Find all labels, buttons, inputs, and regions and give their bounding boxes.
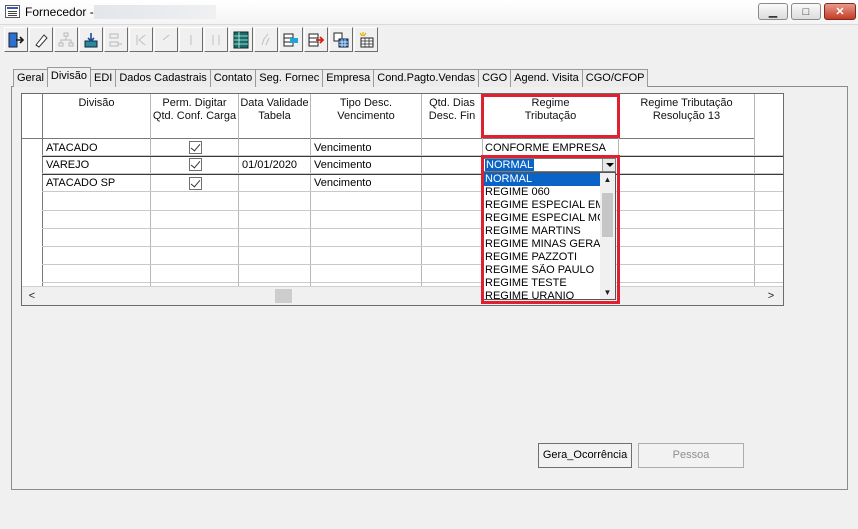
table-button[interactable] xyxy=(329,27,353,52)
title-bar: Fornecedor - ▁ □ ✕ xyxy=(0,0,858,25)
window-title-redacted xyxy=(94,5,216,19)
tab-cond-pagto-vendas[interactable]: Cond.Pagto.Vendas xyxy=(373,69,480,87)
dropdown-option[interactable]: NORMAL xyxy=(484,173,601,186)
tab-cgo-cfop[interactable]: CGO/CFOP xyxy=(581,69,649,87)
cut-button[interactable] xyxy=(104,27,128,52)
exit-icon xyxy=(8,32,25,47)
save-button[interactable] xyxy=(79,27,103,52)
regime-dropdown-list[interactable]: NORMAL REGIME 060 REGIME ESPECIAL EM REG… xyxy=(483,172,616,300)
checkbox-perm-digitar[interactable] xyxy=(189,141,202,154)
checkbox-perm-digitar[interactable] xyxy=(189,177,202,190)
exit-button[interactable] xyxy=(4,27,28,52)
close-button[interactable]: ✕ xyxy=(824,3,856,20)
prev-icon xyxy=(162,34,170,40)
header-perm-digitar[interactable]: Perm. Digitar Qtd. Conf. Carga xyxy=(151,94,238,139)
tree-icon xyxy=(58,32,74,46)
save-download-icon xyxy=(84,32,98,47)
dropdown-option[interactable]: REGIME URANIO xyxy=(484,290,601,299)
last-record-button[interactable] xyxy=(204,27,228,52)
first-record-button[interactable] xyxy=(129,27,153,52)
tab-empresa[interactable]: Empresa xyxy=(322,69,375,87)
cut-icon xyxy=(109,33,122,46)
maximize-button[interactable]: □ xyxy=(791,3,821,20)
regime-combo-value: NORMAL xyxy=(485,159,535,171)
checkbox-perm-digitar[interactable] xyxy=(189,158,202,171)
header-qtd-dias[interactable]: Qtd. Dias Desc. Fin xyxy=(422,94,482,139)
header-regime-tributacao[interactable]: Regime Tributação xyxy=(483,94,618,139)
tab-seg-fornec[interactable]: Seg. Fornec xyxy=(255,69,324,87)
toolbar xyxy=(4,27,379,53)
tab-edi[interactable]: EDI xyxy=(89,69,117,87)
tab-dados-cadastrais[interactable]: Dados Cadastrais xyxy=(115,69,211,87)
header-data-validade[interactable]: Data Validade Tabela xyxy=(239,94,310,139)
header-divisao[interactable]: Divisão xyxy=(43,94,150,139)
divisao-grid[interactable]: Divisão Perm. Digitar Qtd. Conf. Carga Da… xyxy=(21,93,784,306)
row-indicator-column xyxy=(22,94,43,287)
dropdown-option[interactable]: REGIME TESTE xyxy=(484,277,601,290)
export-button[interactable] xyxy=(279,27,303,52)
table-icon xyxy=(333,32,349,47)
cell-divisao[interactable]: ATACADO xyxy=(46,140,98,156)
dropdown-option[interactable]: REGIME ESPECIAL MG xyxy=(484,212,601,225)
tab-divisao[interactable]: Divisão xyxy=(46,67,91,87)
edit-button[interactable] xyxy=(29,27,53,52)
dropdown-option[interactable]: REGIME PAZZOTI xyxy=(484,251,601,264)
tab-contato[interactable]: Contato xyxy=(209,69,257,87)
tab-geral[interactable]: Geral xyxy=(13,69,48,87)
last-icon xyxy=(212,34,220,45)
chevron-up-icon[interactable]: ▲ xyxy=(603,176,612,184)
cell-divisao[interactable]: ATACADO SP xyxy=(46,175,115,191)
first-icon xyxy=(136,34,146,45)
refresh-table-icon xyxy=(359,31,374,47)
scroll-left-icon[interactable]: < xyxy=(24,289,40,303)
dropdown-scrollbar[interactable]: ▲ ▼ xyxy=(600,173,615,299)
cell-tipo-desc[interactable]: Vencimento xyxy=(314,175,371,191)
minimize-button[interactable]: ▁ xyxy=(758,3,788,20)
dropdown-option[interactable]: REGIME 060 xyxy=(484,186,601,199)
cell-divisao[interactable]: VAREJO xyxy=(46,157,89,173)
dropdown-scroll-thumb[interactable] xyxy=(602,193,613,237)
dropdown-option[interactable]: REGIME SÃO PAULO xyxy=(484,264,601,277)
next-record-button[interactable] xyxy=(179,27,203,52)
cell-tipo-desc[interactable]: Vencimento xyxy=(314,157,371,173)
import-icon xyxy=(308,33,325,46)
grid-horizontal-scrollbar[interactable]: < > xyxy=(22,286,783,305)
gera-ocorrencia-button[interactable]: Gera_Ocorrência xyxy=(538,443,632,468)
tab-strip: Geral Divisão EDI Dados Cadastrais Conta… xyxy=(13,67,649,87)
eraser-icon xyxy=(35,33,48,48)
tab-cgo[interactable]: CGO xyxy=(478,69,512,87)
dropdown-arrow-icon[interactable] xyxy=(602,159,615,171)
header-tipo-desc[interactable]: Tipo Desc. Vencimento xyxy=(311,94,421,139)
next-icon xyxy=(190,34,192,45)
dropdown-option[interactable]: REGIME MINAS GERAI xyxy=(484,238,601,251)
pencil-button[interactable] xyxy=(254,27,278,52)
cell-data-validade[interactable]: 01/01/2020 xyxy=(242,157,297,173)
dropdown-option[interactable]: REGIME MARTINS xyxy=(484,225,601,238)
header-regime-resolucao[interactable]: Regime Tributação Resolução 13 xyxy=(619,94,754,139)
scroll-thumb[interactable] xyxy=(275,289,292,303)
grid-icon xyxy=(233,31,249,48)
tab-agend-visita[interactable]: Agend. Visita xyxy=(510,69,583,87)
pessoa-button[interactable]: Pessoa xyxy=(638,443,744,468)
chevron-down-icon[interactable]: ▼ xyxy=(603,289,612,297)
tree-button[interactable] xyxy=(54,27,78,52)
import-button[interactable] xyxy=(304,27,328,52)
export-icon xyxy=(283,33,298,46)
refresh-table-button[interactable] xyxy=(354,27,378,52)
prev-record-button[interactable] xyxy=(154,27,178,52)
cell-regime[interactable]: CONFORME EMPRESA xyxy=(485,140,606,156)
grid-button[interactable] xyxy=(229,27,253,52)
regime-combo[interactable]: NORMAL xyxy=(483,158,616,172)
window-title: Fornecedor - xyxy=(25,5,94,19)
scroll-right-icon[interactable]: > xyxy=(763,289,779,303)
cell-tipo-desc[interactable]: Vencimento xyxy=(314,140,371,156)
dropdown-option[interactable]: REGIME ESPECIAL EM xyxy=(484,199,601,212)
window-form-icon xyxy=(5,5,20,18)
pencil-icon xyxy=(261,33,270,45)
